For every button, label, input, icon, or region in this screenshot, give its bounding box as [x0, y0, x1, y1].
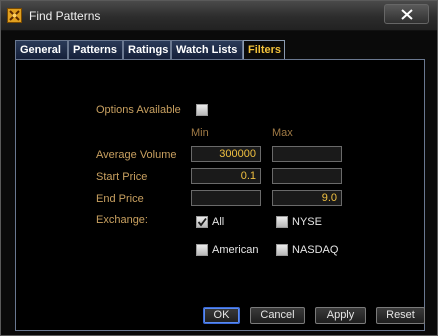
title-bar[interactable]: Find Patterns	[1, 1, 437, 31]
exchange-american-checkbox[interactable]	[196, 244, 208, 256]
end-price-min-input[interactable]	[191, 190, 261, 206]
exchange-label: Exchange:	[96, 214, 148, 226]
tab-ratings[interactable]: Ratings	[123, 40, 171, 59]
max-column-header: Max	[272, 127, 293, 139]
exchange-all-checkbox[interactable]	[196, 216, 208, 228]
tab-general[interactable]: General	[15, 40, 68, 59]
exchange-nyse-checkbox[interactable]	[276, 216, 288, 228]
start-price-label: Start Price	[96, 171, 148, 183]
end-price-label: End Price	[96, 193, 144, 205]
tab-filters[interactable]: Filters	[243, 40, 285, 60]
ok-button[interactable]: OK	[203, 307, 240, 324]
apply-button[interactable]: Apply	[315, 307, 366, 324]
exchange-all-label: All	[212, 216, 225, 228]
end-price-max-input[interactable]: 9.0	[272, 190, 342, 206]
exchange-nasdaq-checkbox[interactable]	[276, 244, 288, 256]
start-price-max-input[interactable]	[272, 168, 342, 184]
min-column-header: Min	[191, 127, 209, 139]
exchange-nasdaq-label: NASDAQ	[292, 244, 339, 256]
options-available-checkbox[interactable]	[196, 104, 208, 116]
find-patterns-dialog: Find Patterns General Patterns Ratings W…	[0, 0, 438, 336]
tab-patterns[interactable]: Patterns	[68, 40, 123, 59]
close-x-icon	[401, 9, 413, 20]
tab-watch-lists[interactable]: Watch Lists	[171, 40, 243, 59]
close-button[interactable]	[384, 4, 429, 24]
start-price-min-input[interactable]: 0.1	[191, 168, 261, 184]
options-available-label: Options Available	[96, 104, 181, 116]
exchange-american-label: American	[212, 244, 259, 256]
find-patterns-app-icon	[7, 8, 22, 23]
checkmark-icon	[197, 217, 207, 227]
cancel-button[interactable]: Cancel	[250, 307, 305, 324]
average-volume-max-input[interactable]	[272, 146, 342, 162]
average-volume-label: Average Volume	[96, 149, 177, 161]
exchange-nyse-label: NYSE	[292, 216, 322, 228]
average-volume-min-input[interactable]: 300000	[191, 146, 261, 162]
reset-button[interactable]: Reset	[376, 307, 425, 324]
window-title: Find Patterns	[29, 9, 101, 23]
